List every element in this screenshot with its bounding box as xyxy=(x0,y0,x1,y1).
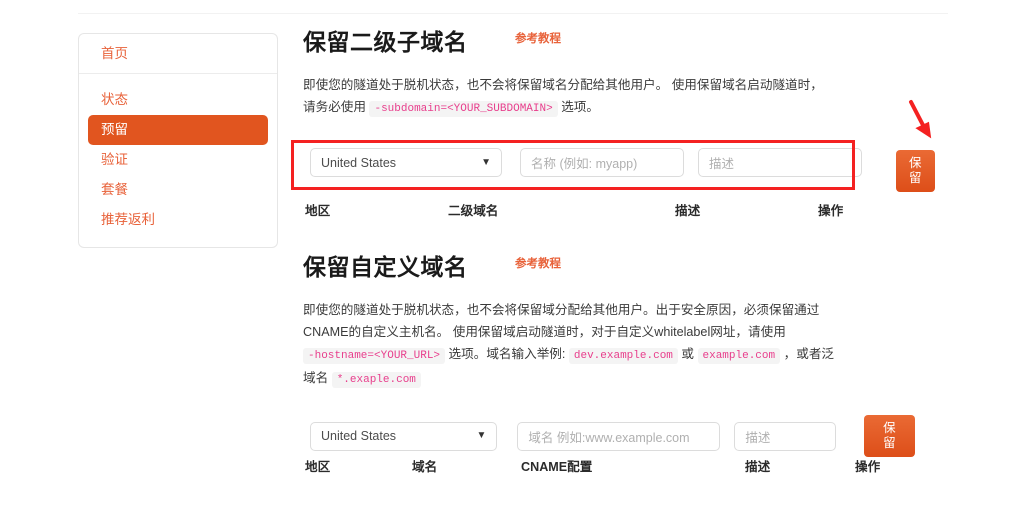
section2-desc-text-3: 或 xyxy=(681,347,694,361)
section2-tutorial-link[interactable]: 参考教程 xyxy=(515,255,561,271)
sidebar-item-reserved[interactable]: 预留 xyxy=(88,115,268,145)
section2-reserve-button[interactable]: 保留 xyxy=(864,415,914,457)
section2-desc-text-1: 即使您的隧道处于脱机状态，也不会将保留域分配给其他用户。出于安全原因，必须保留通… xyxy=(303,303,819,339)
chevron-down-icon: ▼ xyxy=(481,158,491,168)
section2-code-hostname: -hostname=<YOUR_URL> xyxy=(303,348,445,364)
section2-col-region: 地区 xyxy=(305,456,330,475)
sidebar-item-list: 状态 预留 验证 套餐 推荐返利 xyxy=(79,74,277,248)
top-divider xyxy=(78,13,948,14)
section2-col-cname: CNAME配置 xyxy=(521,456,592,475)
section2-desc-text-2: 选项。域名输入举例: xyxy=(449,347,566,361)
section1-region-select[interactable]: United States ▼ xyxy=(310,148,502,177)
sidebar-item-referral[interactable]: 推荐返利 xyxy=(88,205,268,235)
section2-region-select[interactable]: United States ▼ xyxy=(310,422,497,451)
section2-col-domain: 域名 xyxy=(412,456,437,475)
section-reserved-subdomain: 保留二级子域名 参考教程 即使您的隧道处于脱机状态，也不会将保留域名分配给其他用… xyxy=(303,28,831,120)
section2-col-desc: 描述 xyxy=(745,456,770,475)
section2-description-input[interactable]: 描述 xyxy=(734,422,836,451)
section1-subdomain-input[interactable]: 名称 (例如: myapp) xyxy=(520,148,684,177)
sidebar-item-verify[interactable]: 验证 xyxy=(88,145,268,175)
section2-region-value: United States xyxy=(321,429,396,443)
sidebar-item-home[interactable]: 首页 xyxy=(79,34,277,74)
section2-code-dev-example: dev.example.com xyxy=(569,348,678,364)
section2-title: 保留自定义域名 xyxy=(303,256,468,279)
sidebar-item-status[interactable]: 状态 xyxy=(88,85,268,115)
section2-form-row: United States ▼ 域名 例如:www.example.com 描述… xyxy=(310,415,915,457)
section1-desc-text-2: 选项。 xyxy=(561,100,599,114)
section1-tutorial-link[interactable]: 参考教程 xyxy=(515,30,561,46)
section-reserved-custom-domain: 保留自定义域名 参考教程 即使您的隧道处于脱机状态，也不会将保留域分配给其他用户… xyxy=(303,253,838,391)
annotation-arrow-icon xyxy=(900,96,950,146)
section2-description: 即使您的隧道处于脱机状态，也不会将保留域分配给其他用户。出于安全原因，必须保留通… xyxy=(303,299,838,391)
section1-col-region: 地区 xyxy=(305,200,330,219)
section1-title: 保留二级子域名 xyxy=(303,31,468,54)
section2-col-action: 操作 xyxy=(855,456,880,475)
sidebar-nav: 首页 状态 预留 验证 套餐 推荐返利 xyxy=(78,33,278,248)
section1-region-value: United States xyxy=(321,156,396,170)
section2-code-example: example.com xyxy=(698,348,781,364)
section2-table-header: 地区 域名 CNAME配置 描述 操作 xyxy=(303,456,943,474)
section1-reserve-button[interactable]: 保留 xyxy=(896,150,935,192)
sidebar-item-plan[interactable]: 套餐 xyxy=(88,175,268,205)
section2-domain-input[interactable]: 域名 例如:www.example.com xyxy=(517,422,720,451)
section2-header: 保留自定义域名 参考教程 xyxy=(303,253,838,287)
section1-header: 保留二级子域名 参考教程 xyxy=(303,28,831,62)
section1-col-subdomain: 二级域名 xyxy=(448,200,498,219)
chevron-down-icon: ▼ xyxy=(477,431,487,441)
section1-col-action: 操作 xyxy=(818,200,843,219)
section1-form-row: United States ▼ 名称 (例如: myapp) 描述 xyxy=(310,148,862,177)
section1-description: 即使您的隧道处于脱机状态，也不会将保留域名分配给其他用户。 使用保留域名启动隧道… xyxy=(303,74,831,120)
section1-code-subdomain: -subdomain=<YOUR_SUBDOMAIN> xyxy=(369,101,557,117)
section2-code-wildcard: *.exaple.com xyxy=(332,372,421,388)
section1-col-desc: 描述 xyxy=(675,200,700,219)
section1-description-input[interactable]: 描述 xyxy=(698,148,862,177)
section1-table-header: 地区 二级域名 描述 操作 xyxy=(303,200,943,218)
